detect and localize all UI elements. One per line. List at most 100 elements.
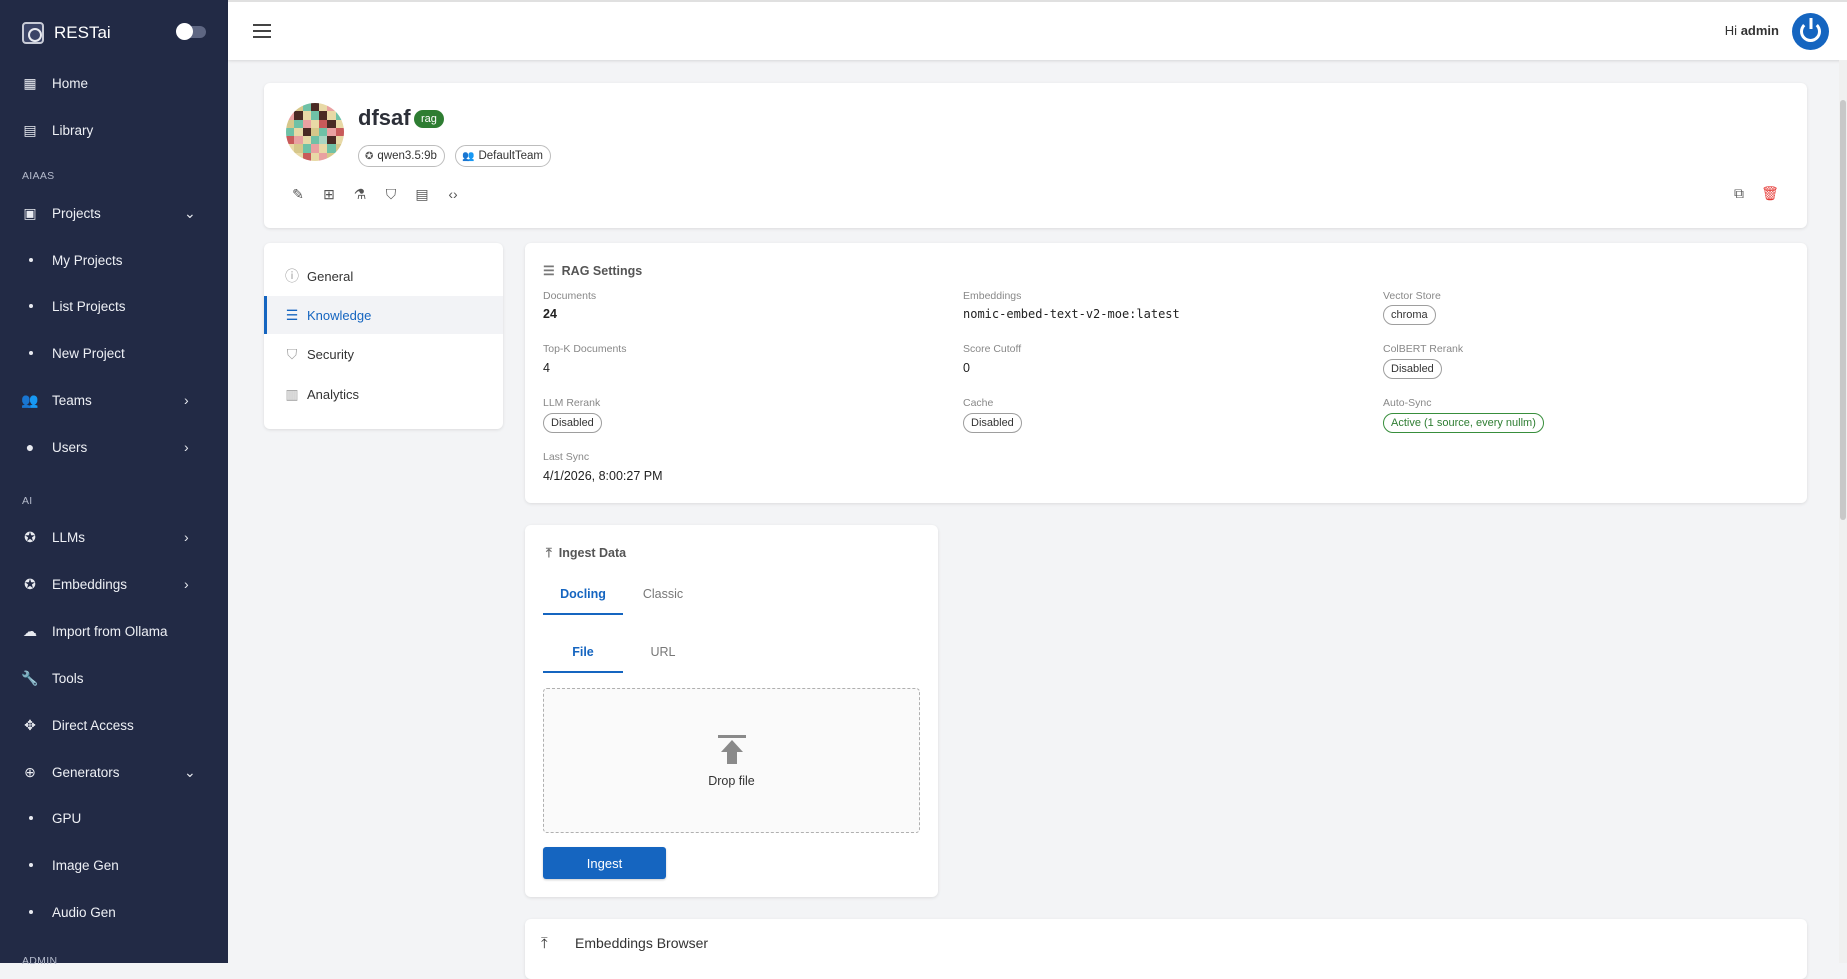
sidebar-item-label: List Projects [52, 298, 126, 314]
file-dropzone[interactable]: Drop file [543, 688, 920, 833]
avatar-pixel [310, 103, 320, 112]
sidebar-item-import-ollama[interactable]: ☁ Import from Ollama [0, 612, 228, 650]
bullet-icon [29, 258, 33, 262]
power-icon [1800, 18, 1821, 42]
sidebar-item-users[interactable]: ● Users › [0, 428, 228, 466]
brain-icon: ✪ [24, 528, 36, 545]
project-tabs-card: ⓘ General ☰ Knowledge ⛉ Security ▥ Analy… [264, 243, 503, 429]
autosync-label: Auto-Sync [1383, 397, 1432, 409]
docling-tab-indicator [543, 613, 623, 615]
sidebar-item-label: LLMs [52, 529, 86, 545]
menu-icon[interactable] [253, 24, 271, 38]
chevron-right-icon: › [184, 439, 189, 455]
sidebar-item-label: Teams [52, 392, 92, 408]
avatar-pixel [294, 127, 303, 137]
sidebar-item-llms[interactable]: ✪ LLMs › [0, 518, 228, 556]
topbar: Hi admin [228, 0, 1847, 60]
bullet-icon [29, 351, 33, 355]
ingest-button[interactable]: Ingest [543, 847, 666, 879]
sidebar-item-generators[interactable]: ⊕ Generators ⌄ [0, 753, 228, 791]
rag-settings-header: ☰ RAG Settings [543, 263, 642, 279]
library-icon: ▤ [23, 121, 37, 138]
topk-value: 4 [543, 361, 550, 375]
sidebar-item-label: GPU [52, 810, 82, 826]
llm-rerank-label: LLM Rerank [543, 397, 601, 409]
avatar-pixel [327, 144, 336, 153]
sidebar-item-audio-gen[interactable]: Audio Gen [0, 893, 228, 931]
last-sync-label: Last Sync [543, 451, 590, 463]
sidebar: RESTai ▦ Home ▤ Library AIAAS ▣ Projects… [0, 0, 228, 967]
file-tab-indicator [543, 671, 623, 673]
brain-icon: ✪ [365, 150, 374, 162]
sidebar-item-my-projects[interactable]: My Projects [0, 241, 228, 279]
scrollbar-thumb[interactable] [1840, 100, 1846, 520]
avatar-pixel [335, 119, 344, 128]
globe-icon: ⊕ [24, 763, 36, 780]
sidebar-item-embeddings[interactable]: ✪ Embeddings › [0, 565, 228, 603]
sidebar-item-new-project[interactable]: New Project [0, 334, 228, 372]
chevron-down-icon: ⌄ [184, 763, 196, 780]
sidebar-item-image-gen[interactable]: Image Gen [0, 846, 228, 884]
hub-icon: ✥ [24, 716, 36, 733]
chevron-right-icon: › [184, 576, 189, 592]
tab-general[interactable]: ⓘ General [264, 257, 503, 295]
sidebar-item-library[interactable]: ▤ Library [0, 111, 228, 149]
tab-analytics[interactable]: ▥ Analytics [264, 375, 503, 413]
delete-icon[interactable]: 🗑 [1761, 185, 1779, 201]
tab-classic[interactable]: Classic [623, 587, 703, 601]
avatar-pixel [327, 136, 336, 145]
avatar-pixel [335, 152, 344, 161]
avatar-pixel [294, 119, 303, 128]
tab-file[interactable]: File [543, 645, 623, 659]
copy-icon[interactable]: ⧉ [1731, 185, 1747, 201]
group-icon: 👥 [462, 150, 475, 162]
avatar-pixel [294, 136, 303, 145]
group-icon: 👥 [21, 391, 39, 408]
sidebar-item-label: Import from Ollama [52, 623, 168, 639]
avatar-pixel [286, 127, 295, 137]
embeddings-browser-card: ⤒ Embeddings Browser [525, 919, 1807, 979]
scrollbar[interactable] [1839, 60, 1847, 963]
sidebar-item-label: Users [52, 439, 88, 455]
documents-value: 24 [543, 307, 557, 321]
avatar-pixel [319, 103, 328, 112]
vector-store-value: chroma [1383, 305, 1436, 325]
bullet-icon [29, 863, 33, 867]
avatar-pixel [335, 103, 344, 112]
tab-knowledge[interactable]: ☰ Knowledge [264, 296, 503, 334]
tab-security[interactable]: ⛉ Security [264, 335, 503, 373]
sidebar-item-list-projects[interactable]: List Projects [0, 287, 228, 325]
avatar-pixel [335, 144, 344, 153]
edit-icon[interactable]: ✎ [290, 186, 306, 202]
article-icon[interactable]: ▤ [414, 186, 430, 202]
code-icon[interactable]: ‹› [445, 186, 461, 202]
theme-toggle[interactable] [176, 23, 206, 40]
llm-rerank-status: Disabled [543, 413, 602, 433]
llm-chip[interactable]: ✪ qwen3.5:9b [358, 145, 445, 167]
tab-url[interactable]: URL [623, 645, 703, 659]
sidebar-item-direct-access[interactable]: ✥ Direct Access [0, 706, 228, 744]
sidebar-item-home[interactable]: ▦ Home [0, 64, 228, 102]
restai-logo-icon [22, 22, 44, 44]
avatar-pixel [286, 152, 295, 161]
drop-file-text: Drop file [708, 774, 755, 788]
sidebar-item-tools[interactable]: 🔧 Tools [0, 659, 228, 697]
sidebar-item-gpu[interactable]: GPU [0, 799, 228, 837]
clipboard-icon: ▣ [23, 204, 37, 221]
brand[interactable]: RESTai [22, 20, 111, 46]
tab-docling[interactable]: Docling [543, 587, 623, 601]
flask-icon[interactable]: ⚗ [352, 186, 368, 202]
avatar-pixel [294, 111, 303, 120]
project-header-card: dfsaf rag ✪ qwen3.5:9b 👥 DefaultTeam ✎ ⊞… [264, 83, 1807, 228]
shield-icon[interactable]: ⛉ [383, 186, 399, 202]
sidebar-item-teams[interactable]: 👥 Teams › [0, 381, 228, 419]
team-chip[interactable]: 👥 DefaultTeam [455, 145, 552, 167]
avatar-pixel [286, 103, 295, 112]
team-chip-label: DefaultTeam [478, 150, 544, 162]
avatar-pixel [286, 144, 295, 153]
avatar-pixel [310, 152, 320, 161]
user-avatar[interactable] [1792, 13, 1829, 50]
avatar-pixel [286, 119, 295, 128]
gamepad-icon[interactable]: ⊞ [321, 186, 337, 202]
sidebar-item-projects[interactable]: ▣ Projects ⌄ [0, 194, 228, 232]
